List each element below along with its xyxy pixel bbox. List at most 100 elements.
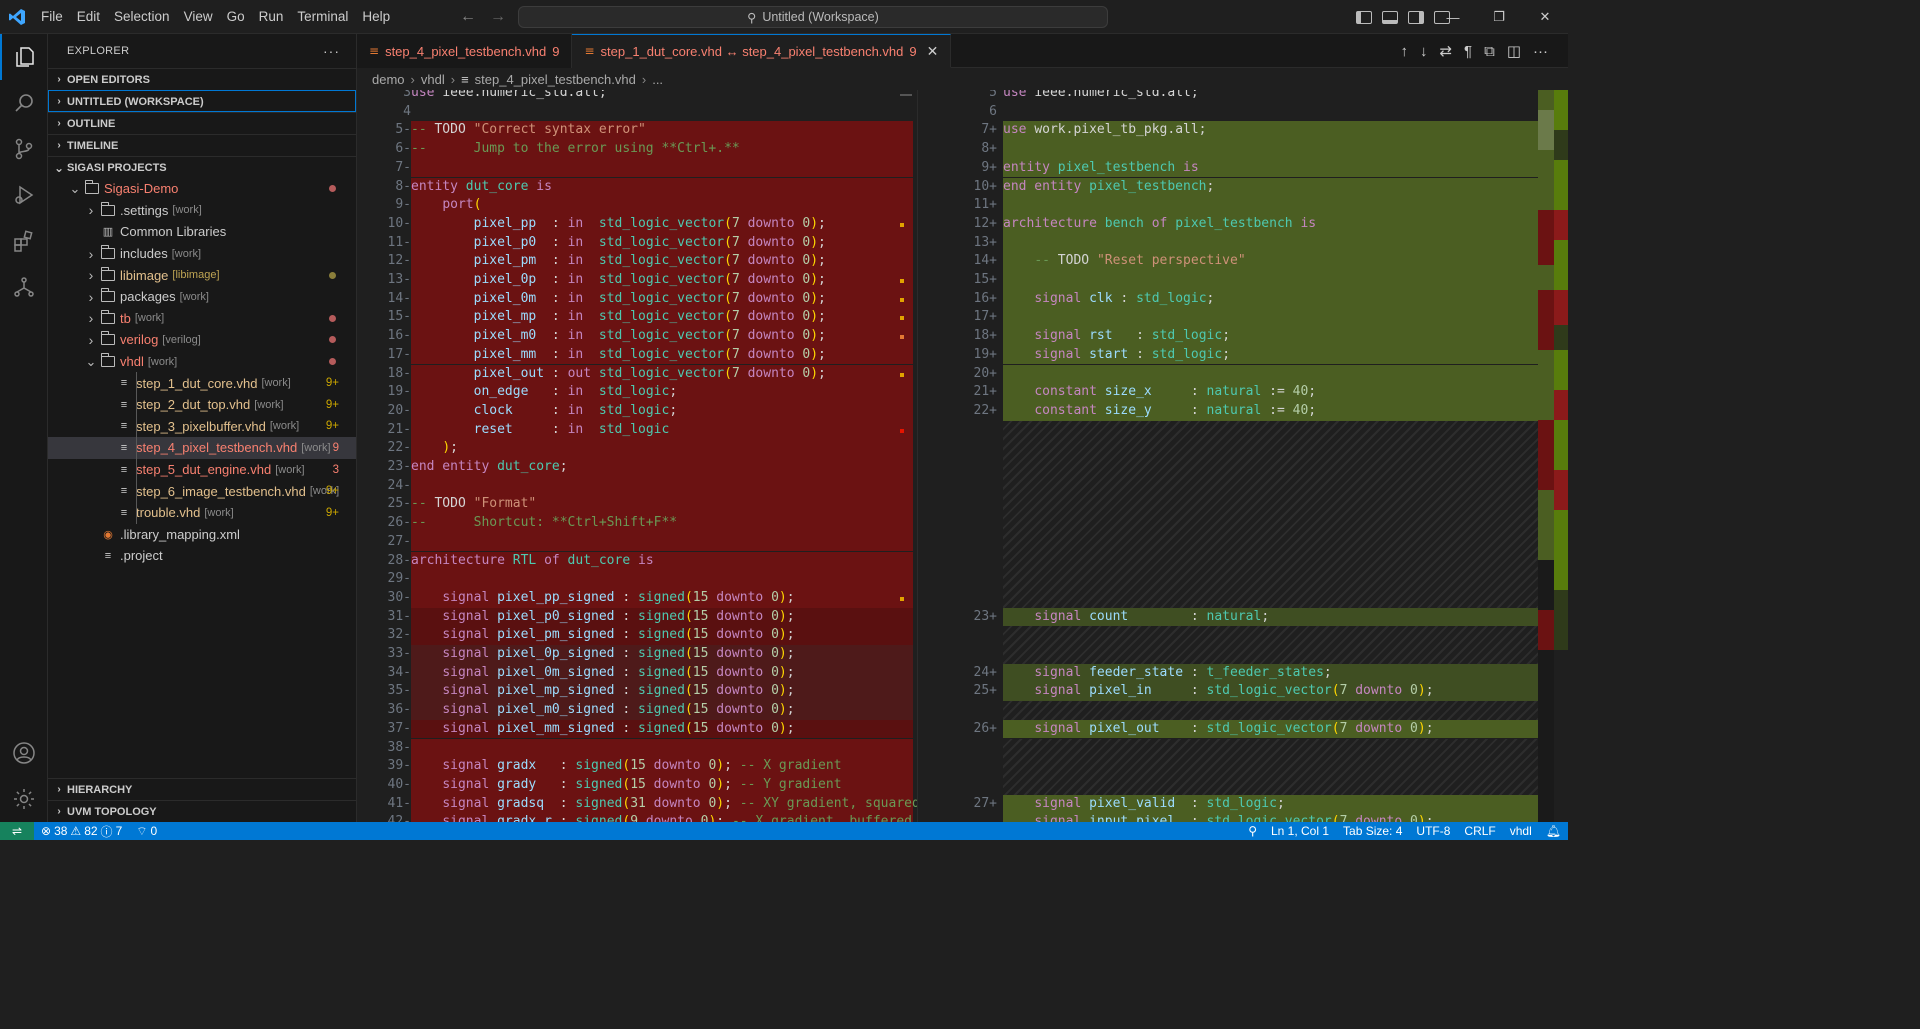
menu-edit[interactable]: Edit <box>70 0 107 34</box>
code-line[interactable]: 36- signal pixel_m0_signed : signed(15 d… <box>357 701 917 720</box>
previous-change-icon[interactable]: ↑ <box>1400 43 1408 60</box>
toggle-secondary-sidebar-icon[interactable] <box>1408 10 1424 24</box>
more-actions-icon[interactable]: ··· <box>323 43 340 59</box>
code-line[interactable]: 3 use ieee.numeric_std.all; <box>357 90 917 103</box>
code-line[interactable]: 11+ <box>945 196 1540 215</box>
diff-original-pane[interactable]: 3 use ieee.numeric_std.all; 4 5- -- TODO "Co… <box>357 90 917 822</box>
code-line[interactable]: signal input_pixel : std_logic_vector(7 … <box>945 813 1540 822</box>
tree-item[interactable]: ⌄ Sigasi-Demo <box>48 178 356 200</box>
code-line[interactable]: 11- pixel_p0 : in std_logic_vector(7 dow… <box>357 233 917 253</box>
toggle-panel-icon[interactable] <box>1382 10 1398 24</box>
tree-item[interactable]: ≡ step_2_dut_top.vhd [work] 9+ <box>48 394 356 416</box>
code-line[interactable]: 25- -- TODO "Format" <box>357 495 917 515</box>
code-line[interactable]: 26- -- Shortcut: **Ctrl+Shift+F** <box>357 514 917 533</box>
close-tab-icon[interactable]: ✕ <box>927 43 939 60</box>
breadcrumb-item[interactable]: vhdl <box>421 72 445 87</box>
section-sigasi-projects[interactable]: ⌄ SIGASI PROJECTS <box>48 156 356 178</box>
menu-file[interactable]: File <box>34 0 70 34</box>
tree-item[interactable]: › tb [work] <box>48 308 356 330</box>
encoding[interactable]: UTF-8 <box>1409 824 1457 838</box>
menu-terminal[interactable]: Terminal <box>290 0 355 34</box>
breadcrumb-item[interactable]: ... <box>652 72 663 87</box>
ports-status[interactable]: ⌔ 0 <box>129 824 164 839</box>
code-line[interactable]: 35- signal pixel_mp_signed : signed(15 d… <box>357 682 917 702</box>
code-line[interactable]: 7- <box>357 158 917 178</box>
code-line[interactable]: 26+ signal pixel_out : std_logic_vector(… <box>945 719 1540 739</box>
code-line[interactable]: 14+ -- TODO "Reset perspective" <box>945 252 1540 271</box>
more-actions-icon[interactable]: ··· <box>1533 43 1548 60</box>
code-line[interactable]: 8- entity dut_core is <box>357 177 917 197</box>
code-line[interactable]: 38- <box>357 738 917 758</box>
code-line[interactable]: 40- signal grady : signed(15 downto 0); … <box>357 775 917 795</box>
code-line[interactable]: 18- pixel_out : out std_logic_vector(7 d… <box>357 364 917 384</box>
tree-item[interactable]: › verilog [verilog] <box>48 329 356 351</box>
code-line[interactable]: 27- <box>357 532 917 552</box>
code-line[interactable]: 19+ signal start : std_logic; <box>945 345 1540 365</box>
code-line[interactable]: 25+ signal pixel_in : std_logic_vector(7… <box>945 682 1540 702</box>
diff-modified-pane[interactable]: 5 use ieee.numeric_std.all; 6 7+ use work.pi… <box>945 90 1540 822</box>
extensions-icon[interactable] <box>0 218 48 264</box>
code-line[interactable]: 20+ <box>945 364 1540 384</box>
tree-item[interactable]: › libimage [libimage] <box>48 264 356 286</box>
code-line[interactable]: 16- pixel_m0 : in std_logic_vector(7 dow… <box>357 327 917 346</box>
tree-item[interactable]: ≡ step_3_pixelbuffer.vhd [work] 9+ <box>48 416 356 438</box>
tree-item[interactable]: ≡ .project <box>48 545 356 567</box>
search-icon[interactable] <box>0 80 48 126</box>
code-line[interactable]: 24+ signal feeder_state : t_feeder_state… <box>945 663 1540 683</box>
code-line[interactable]: 33- signal pixel_0p_signed : signed(15 d… <box>357 645 917 664</box>
code-line[interactable]: 21+ constant size_x : natural := 40; <box>945 383 1540 402</box>
tree-item[interactable]: ◉ .library_mapping.xml <box>48 524 356 546</box>
tree-item[interactable]: ▥ Common Libraries <box>48 221 356 243</box>
code-line[interactable]: 17- pixel_mm : in std_logic_vector(7 dow… <box>357 345 917 365</box>
code-line[interactable]: 6- -- Jump to the error using **Ctrl+.** <box>357 140 917 159</box>
tree-item[interactable]: ≡ step_5_dut_engine.vhd [work] 3 <box>48 459 356 481</box>
code-line[interactable]: 28- architecture RTL of dut_core is <box>357 551 917 571</box>
tab-size[interactable]: Tab Size: 4 <box>1336 824 1409 838</box>
tree-item[interactable]: ⌄ vhdl [work] <box>48 351 356 373</box>
back-arrow-icon[interactable]: ← <box>460 8 476 26</box>
code-line[interactable]: 32- signal pixel_pm_signed : signed(15 d… <box>357 626 917 645</box>
code-line[interactable]: 10+ end entity pixel_testbench; <box>945 177 1540 197</box>
tab-diff-editor[interactable]: ≡ step_1_dut_core.vhd ↔ step_4_pixel_tes… <box>572 34 952 68</box>
code-line[interactable]: 34- signal pixel_0m_signed : signed(15 d… <box>357 663 917 683</box>
command-center[interactable]: ⚲ Untitled (Workspace) <box>518 6 1108 28</box>
code-line[interactable]: 22+ constant size_y : natural := 40; <box>945 401 1540 421</box>
section-outline[interactable]: › OUTLINE <box>48 112 356 134</box>
code-line[interactable]: 29- <box>357 570 917 589</box>
overview-ruler[interactable] <box>1554 90 1568 822</box>
code-line[interactable]: 5 use ieee.numeric_std.all; <box>945 90 1540 103</box>
tree-item[interactable]: ≡ step_1_dut_core.vhd [work] 9+ <box>48 372 356 394</box>
code-line[interactable]: 6 <box>945 103 1540 122</box>
section-open-editors[interactable]: › OPEN EDITORS <box>48 68 356 90</box>
code-line[interactable]: 21- reset : in std_logic <box>357 420 917 440</box>
section-timeline[interactable]: › TIMELINE <box>48 134 356 156</box>
code-line[interactable]: 12+ architecture bench of pixel_testbench… <box>945 214 1540 234</box>
code-line[interactable]: 27+ signal pixel_valid : std_logic; <box>945 794 1540 814</box>
code-line[interactable]: 8+ <box>945 140 1540 159</box>
remote-indicator-icon[interactable]: ⇌ <box>0 822 34 840</box>
swap-sides-icon[interactable]: ⇄ <box>1439 42 1452 60</box>
tree-item[interactable]: › packages [work] <box>48 286 356 308</box>
code-line[interactable]: 22- ); <box>357 439 917 458</box>
zoom-icon[interactable]: ⚲ <box>1241 824 1264 838</box>
tree-item[interactable]: › .settings [work] <box>48 200 356 222</box>
code-line[interactable]: 9- port( <box>357 196 917 215</box>
end-of-line[interactable]: CRLF <box>1457 824 1502 838</box>
menu-view[interactable]: View <box>177 0 220 34</box>
code-line[interactable]: 13- pixel_0p : in std_logic_vector(7 dow… <box>357 271 917 290</box>
code-line[interactable]: 19- on_edge : in std_logic; <box>357 383 917 402</box>
cursor-position[interactable]: Ln 1, Col 1 <box>1264 824 1336 838</box>
sigasi-hierarchy-icon[interactable] <box>0 264 48 310</box>
language-mode[interactable]: vhdl <box>1503 824 1539 838</box>
code-line[interactable]: 9+ entity pixel_testbench is <box>945 158 1540 178</box>
notifications-bell-icon[interactable]: 🔔︎ <box>1539 824 1568 838</box>
account-icon[interactable] <box>0 730 48 776</box>
code-line[interactable]: 10- pixel_pp : in std_logic_vector(7 dow… <box>357 214 917 234</box>
split-editor-icon[interactable]: ◫ <box>1507 42 1521 60</box>
close-window-icon[interactable]: ✕ <box>1522 0 1568 34</box>
problems-status[interactable]: ⊗ 38 ⚠ 82 ⓘ 7 <box>34 823 129 840</box>
section-untitled-workspace[interactable]: › UNTITLED (WORKSPACE) <box>48 90 356 112</box>
code-line[interactable]: 37- signal pixel_mm_signed : signed(15 d… <box>357 719 917 739</box>
code-line[interactable]: 42- signal gradx_r : signed(9 downto 0);… <box>357 813 917 822</box>
menu-help[interactable]: Help <box>355 0 397 34</box>
